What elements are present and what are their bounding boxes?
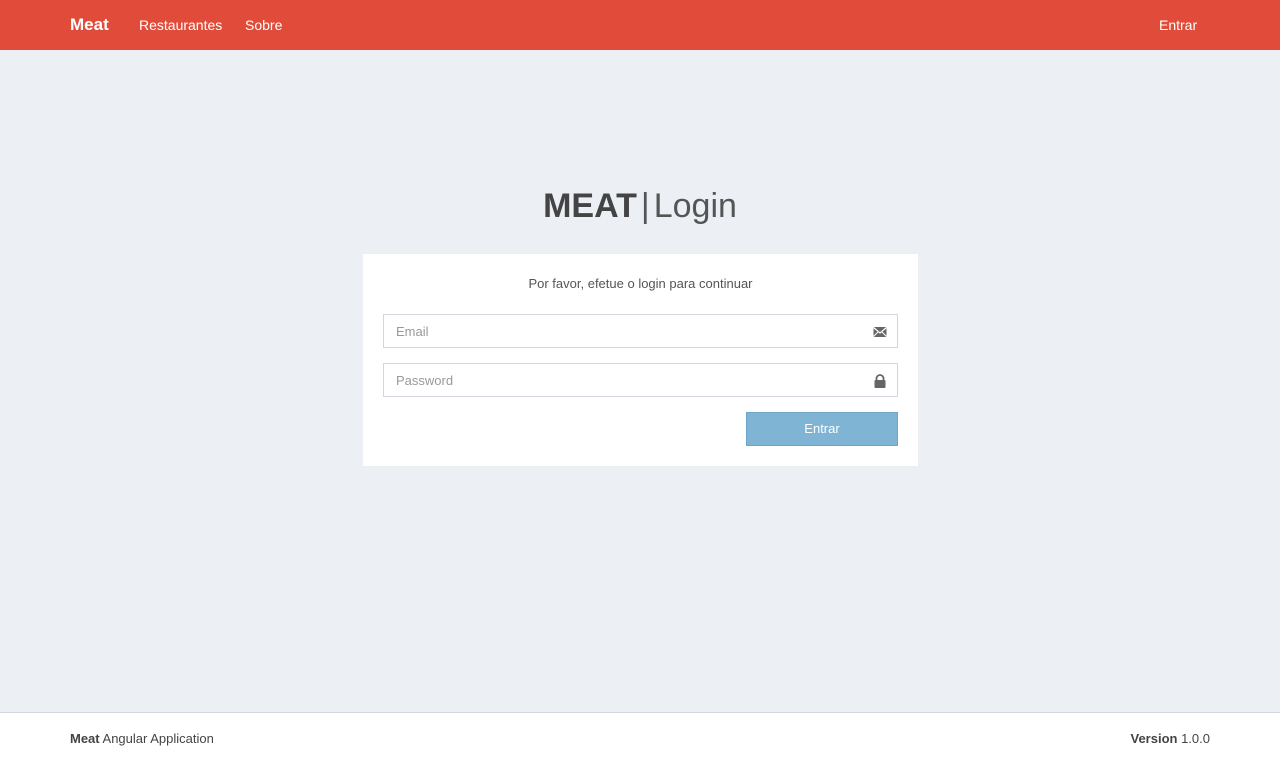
nav-link-entrar[interactable]: Entrar (1159, 16, 1197, 34)
lock-icon (873, 374, 887, 388)
footer-app-text: Angular Application (99, 731, 214, 746)
footer-app-name: Meat Angular Application (70, 731, 214, 747)
page-title-separator: | (640, 187, 650, 225)
page-title-brand: MEAT (543, 187, 637, 225)
nav-link-sobre[interactable]: Sobre (245, 16, 282, 34)
email-field-wrapper (383, 314, 898, 348)
footer: Meat Angular Application Version 1.0.0 (0, 712, 1280, 763)
footer-version: Version 1.0.0 (1131, 731, 1211, 747)
footer-brand: Meat (70, 731, 100, 746)
footer-version-label: Version (1130, 731, 1178, 746)
brand-logo[interactable]: Meat (70, 15, 109, 35)
top-navbar: Meat Restaurantes Sobre Entrar (0, 0, 1280, 50)
nav-link-restaurantes[interactable]: Restaurantes (139, 16, 222, 34)
password-field-wrapper (383, 363, 898, 397)
login-box: Por favor, efetue o login para continuar… (363, 254, 918, 466)
page-title-login: Login (653, 187, 737, 225)
page-title: MEAT | Login (0, 184, 1280, 228)
email-field[interactable] (384, 315, 897, 347)
footer-version-number: 1.0.0 (1177, 731, 1210, 746)
password-field[interactable] (384, 364, 897, 396)
envelope-icon (873, 325, 887, 339)
login-message: Por favor, efetue o login para continuar (528, 276, 753, 291)
login-submit-button[interactable]: Entrar (746, 412, 898, 446)
